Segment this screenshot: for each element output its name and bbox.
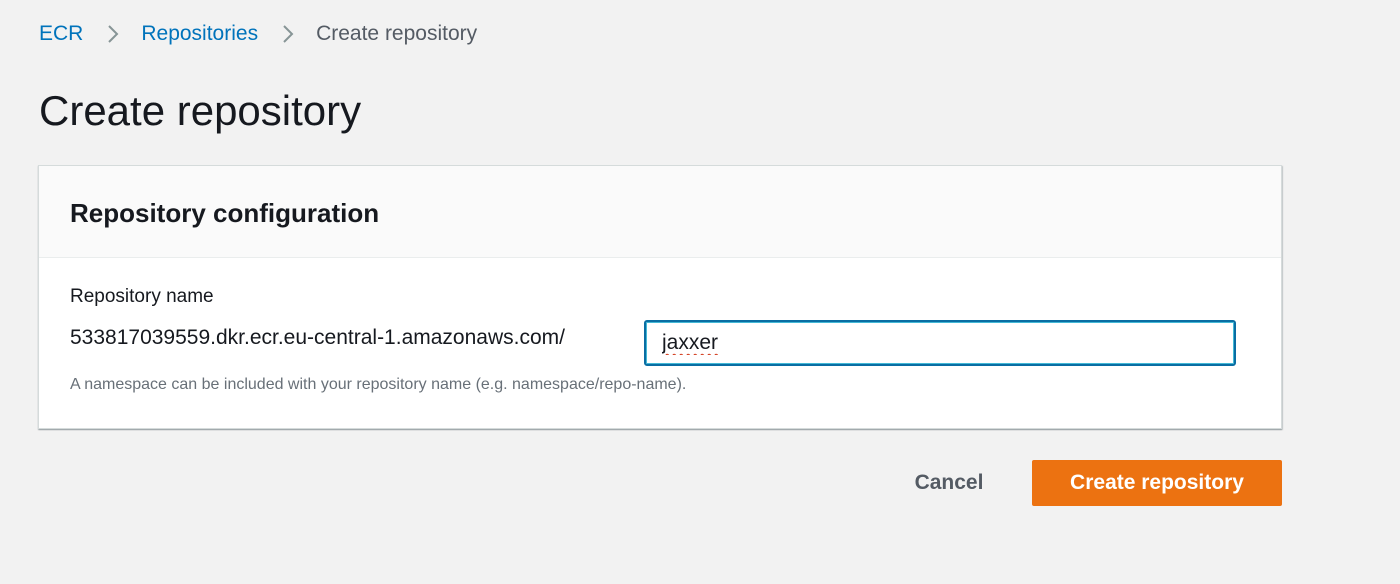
repository-name-input[interactable]: [644, 320, 1236, 366]
chevron-right-icon: [107, 24, 119, 44]
page-title: Create repository: [39, 87, 362, 134]
chevron-right-icon: [282, 24, 294, 44]
repository-name-input-wrapper: [644, 320, 1236, 366]
namespace-hint: A namespace can be included with your re…: [70, 376, 687, 393]
repository-configuration-panel: Repository configuration Repository name…: [38, 165, 1282, 429]
panel-title: Repository configuration: [70, 198, 380, 228]
breadcrumb: ECR Repositories Create repository: [39, 20, 477, 48]
cancel-button[interactable]: Cancel: [902, 460, 996, 506]
panel-header: Repository configuration: [39, 166, 1281, 258]
breadcrumb-item-repositories[interactable]: Repositories: [141, 22, 258, 46]
breadcrumb-item-ecr[interactable]: ECR: [39, 22, 83, 46]
create-repository-button[interactable]: Create repository: [1032, 460, 1282, 506]
breadcrumb-item-current: Create repository: [316, 22, 478, 45]
repository-name-label: Repository name: [70, 286, 214, 307]
repository-uri-prefix: 533817039559.dkr.ecr.eu-central-1.amazon…: [70, 326, 565, 349]
panel-body: Repository name 533817039559.dkr.ecr.eu-…: [39, 258, 1281, 428]
